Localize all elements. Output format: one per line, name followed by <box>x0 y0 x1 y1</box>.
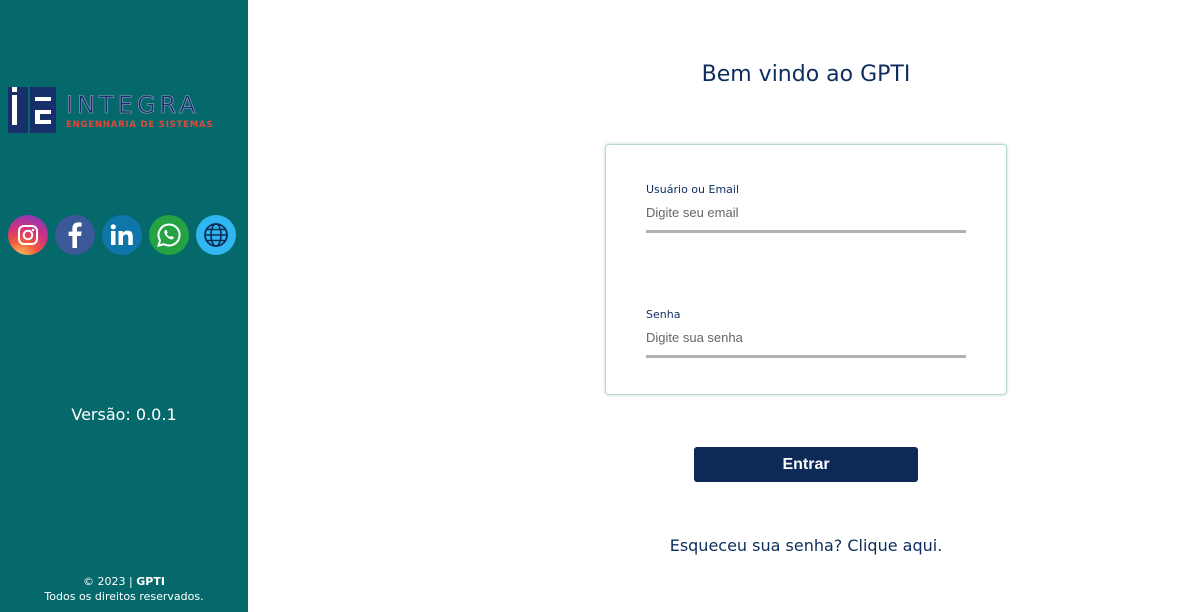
user-label: Usuário ou Email <box>646 183 740 196</box>
social-links <box>8 215 236 255</box>
app-version: Versão: 0.0.1 <box>71 405 177 424</box>
globe-icon[interactable] <box>196 215 236 255</box>
facebook-icon[interactable] <box>55 215 95 255</box>
login-card: Usuário ou Email Senha <box>605 144 1007 395</box>
copyright-brand: GPTI <box>136 575 165 588</box>
copyright-prefix: © 2023 | <box>83 575 137 588</box>
copyright-line: © 2023 | GPTI <box>0 574 248 589</box>
logo-subtitle: ENGENHARIA DE SISTEMAS <box>66 120 213 130</box>
logo-wordmark: INTEGRA <box>66 91 200 119</box>
password-field: Senha <box>646 308 966 358</box>
linkedin-icon[interactable] <box>102 215 142 255</box>
user-field: Usuário ou Email <box>646 183 966 233</box>
password-label: Senha <box>646 308 681 321</box>
whatsapp-icon[interactable] <box>149 215 189 255</box>
login-button[interactable]: Entrar <box>694 447 918 482</box>
sidebar-footer: © 2023 | GPTI Todos os direitos reservad… <box>0 574 248 604</box>
integra-logo: INTEGRA ENGENHARIA DE SISTEMAS <box>8 87 240 133</box>
instagram-icon[interactable] <box>8 215 48 255</box>
page-title: Bem vindo ao GPTI <box>701 62 911 87</box>
password-input[interactable] <box>646 321 966 358</box>
sidebar: INTEGRA ENGENHARIA DE SISTEMAS Versão: 0… <box>0 0 248 612</box>
email-input[interactable] <box>646 196 966 233</box>
rights-text: Todos os direitos reservados. <box>44 590 204 603</box>
forgot-password-link[interactable]: Esqueceu sua senha? Clique aqui. <box>606 536 1006 555</box>
